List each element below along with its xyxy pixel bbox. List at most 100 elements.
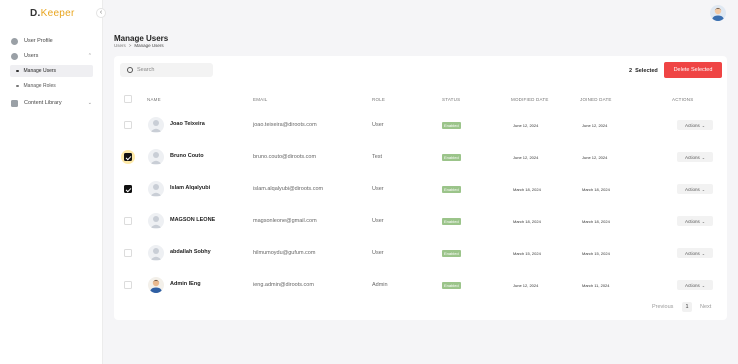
sidebar-item-label: Content Library: [24, 100, 62, 106]
table-row[interactable]: Admin lEng ieng.admin@diroots.com Admin …: [114, 269, 727, 301]
table-row[interactable]: Joao Teixeira joao.teixeira@diroots.com …: [114, 109, 727, 141]
row-checkbox[interactable]: [124, 249, 132, 257]
column-header-joined-date[interactable]: JOINED DATE: [580, 97, 612, 102]
table-row[interactable]: Islam Alqalyubi islam.alqalyubi@diroots.…: [114, 173, 727, 205]
breadcrumb: Users > Manage Users: [114, 43, 164, 48]
avatar-placeholder: [148, 117, 164, 133]
avatar-placeholder: [148, 213, 164, 229]
user-role: User: [372, 122, 384, 128]
table-row[interactable]: abdallah Sobhy hilmumoydu@gufum.com User…: [114, 237, 727, 269]
bullet-icon: [16, 84, 19, 88]
modified-date: June 12, 2024: [513, 283, 539, 288]
table-row[interactable]: Bruno Couto bruno.couto@diroots.com Test…: [114, 141, 727, 173]
actions-dropdown[interactable]: Actions ⌄: [677, 216, 713, 226]
chevron-down-icon: ⌄: [87, 100, 92, 106]
users-icon: [11, 52, 18, 60]
app-logo[interactable]: D.Keeper: [30, 8, 75, 19]
chevron-down-icon: ⌄: [701, 122, 706, 128]
breadcrumb-link-users[interactable]: Users: [114, 43, 126, 48]
row-checkbox[interactable]: [124, 281, 132, 289]
user-role: Admin: [372, 282, 388, 288]
status-badge: Enabled: [442, 154, 461, 161]
joined-date: March 18, 2024: [582, 187, 610, 192]
user-name: Islam Alqalyubi: [170, 185, 211, 191]
sidebar-subitem-manage-roles[interactable]: Manage Roles: [10, 80, 93, 92]
next-page-button[interactable]: Next: [700, 304, 711, 310]
delete-selected-button[interactable]: Delete Selected: [664, 62, 722, 78]
sidebar-subitem-manage-users[interactable]: Manage Users: [10, 65, 93, 77]
sidebar-item-user-profile[interactable]: User Profile: [8, 34, 95, 48]
search-icon: [127, 67, 133, 73]
actions-dropdown[interactable]: Actions ⌄: [677, 152, 713, 162]
user-role: User: [372, 186, 384, 192]
user-placeholder-icon: [150, 152, 162, 164]
select-all-checkbox[interactable]: [124, 95, 132, 103]
modified-date: March 18, 2024: [513, 187, 541, 192]
sidebar: D.Keeper User Profile Users ⌃ Manage Use…: [0, 0, 103, 364]
row-checkbox[interactable]: [124, 217, 132, 225]
column-header-actions: ACTIONS: [672, 97, 694, 102]
chevron-down-icon: ⌄: [701, 186, 706, 192]
column-header-email[interactable]: EMAIL: [253, 97, 268, 102]
avatar-placeholder: [148, 181, 164, 197]
user-name: Joao Teixeira: [170, 121, 205, 127]
user-name: MAGSON LEONE: [170, 217, 216, 223]
row-checkbox[interactable]: [124, 185, 132, 193]
page-number-current[interactable]: 1: [682, 302, 692, 312]
status-badge: Enabled: [442, 250, 461, 257]
user-role: User: [372, 250, 384, 256]
collapse-sidebar-button[interactable]: ‹: [96, 8, 106, 18]
chevron-left-icon: ‹: [99, 9, 103, 16]
row-checkbox[interactable]: [124, 153, 132, 161]
sidebar-item-label: Users: [24, 53, 39, 59]
column-header-modified-date[interactable]: MODIFIED DATE: [511, 97, 549, 102]
user-photo-icon: [150, 279, 162, 293]
user-placeholder-icon: [150, 184, 162, 196]
joined-date: March 18, 2024: [582, 219, 610, 224]
row-checkbox[interactable]: [124, 121, 132, 129]
column-header-name[interactable]: NAME: [147, 97, 161, 102]
status-badge: Enabled: [442, 122, 461, 129]
page-title: Manage Users: [114, 34, 169, 43]
folder-icon: [11, 99, 18, 107]
column-header-status[interactable]: STATUS: [442, 97, 460, 102]
user-email: joao.teixeira@diroots.com: [253, 122, 317, 128]
sidebar-subitem-label: Manage Users: [23, 68, 57, 74]
joined-date: March 11, 2024: [582, 283, 610, 288]
user-email: ieng.admin@diroots.com: [253, 282, 314, 288]
user-name: Bruno Couto: [170, 153, 204, 159]
user-name: Admin lEng: [170, 281, 201, 287]
avatar-placeholder: [148, 245, 164, 261]
sidebar-item-users[interactable]: Users ⌃: [8, 49, 95, 63]
actions-dropdown[interactable]: Actions ⌄: [677, 280, 713, 290]
user-email: islam.alqalyubi@diroots.com: [253, 186, 324, 192]
avatar[interactable]: [710, 5, 726, 21]
previous-page-button[interactable]: Previous: [652, 304, 673, 310]
breadcrumb-separator: >: [128, 43, 132, 48]
table-row[interactable]: MAGSON LEONE magsonleone@gmail.com User …: [114, 205, 727, 237]
search-box[interactable]: [120, 63, 213, 77]
chevron-up-icon: ⌃: [87, 53, 92, 59]
avatar-placeholder: [148, 149, 164, 165]
actions-dropdown[interactable]: Actions ⌄: [677, 120, 713, 130]
user-role: User: [372, 218, 384, 224]
sidebar-item-content-library[interactable]: Content Library ⌄: [8, 96, 95, 110]
column-header-role[interactable]: ROLE: [372, 97, 385, 102]
search-input[interactable]: [137, 67, 207, 73]
sidebar-item-label: User Profile: [24, 38, 53, 44]
avatar: [148, 277, 164, 293]
user-placeholder-icon: [150, 248, 162, 260]
status-badge: Enabled: [442, 186, 461, 193]
users-table-card: 2 Selected Delete Selected NAME EMAIL RO…: [114, 56, 727, 320]
user-role: Test: [372, 154, 383, 160]
chevron-down-icon: ⌄: [701, 282, 706, 288]
joined-date: March 15, 2024: [582, 251, 610, 256]
breadcrumb-current: Manage Users: [134, 43, 164, 48]
user-email: hilmumoydu@gufum.com: [253, 250, 316, 256]
modified-date: June 12, 2024: [513, 123, 539, 128]
user-icon: [11, 37, 18, 45]
chevron-down-icon: ⌄: [701, 154, 706, 160]
actions-dropdown[interactable]: Actions ⌄: [677, 248, 713, 258]
actions-dropdown[interactable]: Actions ⌄: [677, 184, 713, 194]
user-placeholder-icon: [150, 216, 162, 228]
